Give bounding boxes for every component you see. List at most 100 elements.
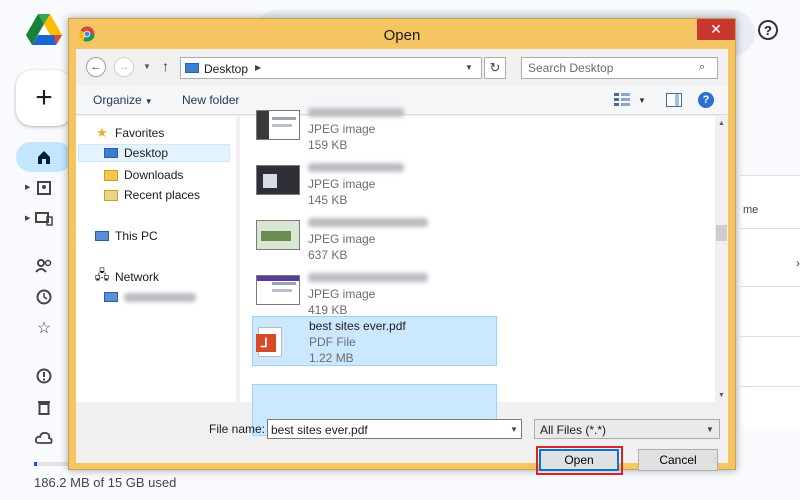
expand-caret[interactable]: ▶ [25, 214, 30, 222]
file-thumbnail [256, 165, 300, 195]
tree-item-this-pc[interactable]: This PC [94, 227, 158, 245]
breadcrumb-desktop[interactable]: Desktop [204, 62, 248, 76]
file-type: JPEG image [308, 232, 376, 246]
search-box[interactable]: ⌕ [521, 57, 718, 79]
resize-grip[interactable]: ⋰ [712, 455, 724, 463]
file-thumbnail [256, 220, 300, 250]
organize-button[interactable]: Organize ▼ [93, 93, 153, 107]
tree-item-network[interactable]: 🖧 Network [94, 267, 160, 286]
search-icon[interactable]: ⌕ [699, 61, 705, 74]
new-folder-button[interactable]: New folder [182, 93, 239, 107]
chevron-down-icon: ▼ [706, 425, 714, 434]
tree-item-favorites[interactable]: ★ Favorites [94, 124, 164, 142]
refresh-button[interactable]: ↻ [484, 57, 506, 79]
help-icon[interactable]: ? [698, 92, 714, 108]
redacted-file-name [308, 163, 404, 172]
recent-locations-caret[interactable]: ▼ [143, 62, 151, 71]
plus-icon: + [35, 81, 53, 114]
close-icon: ✕ [710, 21, 722, 37]
help-icon[interactable]: ? [758, 20, 778, 40]
organize-label: Organize [93, 93, 142, 107]
file-thumbnail [256, 110, 300, 140]
clock-icon[interactable] [34, 287, 54, 307]
file-type-select[interactable]: All Files (*.*) ▼ [534, 419, 720, 439]
close-button[interactable]: ✕ [697, 19, 735, 40]
dialog-title-bar[interactable]: Open ✕ [69, 19, 735, 49]
search-input[interactable] [522, 58, 694, 78]
cloud-icon[interactable] [34, 428, 54, 448]
forward-button[interactable]: → [114, 57, 134, 77]
open-button[interactable]: Open [539, 449, 619, 471]
star-icon[interactable]: ☆ [34, 318, 54, 338]
chevron-down-icon[interactable]: ▼ [510, 425, 518, 434]
expand-caret[interactable]: ▶ [25, 183, 30, 191]
tree-item-label: Network [115, 270, 160, 284]
divider [740, 336, 800, 337]
file-item[interactable]: JPEG image 159 KB [252, 104, 497, 156]
navigation-pane: ★ Favorites Desktop Downloads Recent pla… [76, 116, 236, 402]
drive-logo[interactable] [26, 14, 62, 46]
shared-drive-icon[interactable] [34, 178, 54, 198]
file-size: 419 KB [308, 303, 348, 317]
file-type: JPEG image [308, 287, 376, 301]
trash-icon[interactable] [34, 397, 54, 417]
scroll-up-icon[interactable]: ▲ [715, 116, 728, 130]
computer-icon[interactable] [34, 209, 54, 229]
address-bar[interactable]: Desktop ▶ ▼ [180, 57, 482, 79]
file-name: best sites ever.pdf [309, 319, 406, 333]
file-item[interactable]: JPEG image 145 KB [252, 159, 497, 211]
file-type: JPEG image [308, 177, 376, 191]
back-icon: ← [90, 61, 102, 73]
file-size: 159 KB [308, 138, 348, 152]
tree-item-label: Favorites [115, 126, 165, 140]
file-name-value: best sites ever.pdf [271, 423, 368, 437]
spam-icon[interactable] [34, 366, 54, 386]
tree-item-downloads[interactable]: Downloads [103, 166, 183, 184]
tree-item-network-computer[interactable] [103, 288, 196, 306]
tree-item-label: Desktop [124, 146, 169, 160]
computer-icon [104, 292, 118, 302]
file-size: 1.22 MB [309, 351, 354, 365]
cancel-button[interactable]: Cancel [638, 449, 718, 471]
breadcrumb-separator[interactable]: ▶ [255, 63, 261, 72]
desktop-folder-icon [104, 148, 118, 158]
divider [740, 386, 800, 387]
owner-text: me [743, 204, 759, 216]
new-button[interactable]: + [16, 70, 72, 126]
up-icon[interactable]: ↑ [162, 58, 169, 74]
people-icon[interactable] [34, 256, 54, 276]
file-item[interactable]: JPEG image 637 KB [252, 214, 497, 266]
scroll-down-icon[interactable]: ▼ [715, 388, 728, 402]
tree-item-label: Recent places [124, 188, 201, 202]
open-file-dialog: Open ✕ ← → ▼ ↑ Desktop ▶ ▼ ↻ ⌕ Organize▼… [68, 18, 736, 475]
preview-pane-icon[interactable] [666, 93, 682, 107]
redacted-computer-name [124, 292, 196, 302]
selected-file-item[interactable]: ⅃ best sites ever.pdf PDF File 1.22 MB [252, 316, 497, 366]
file-type-value: All Files (*.*) [540, 423, 607, 437]
scroll-thumb[interactable] [716, 225, 727, 241]
chevron-down-icon: ▼ [144, 97, 153, 106]
storage-text: 186.2 MB of 15 GB used [34, 475, 177, 490]
divider [740, 228, 800, 229]
chevron-down-icon[interactable]: ▼ [465, 63, 473, 72]
tree-item-desktop[interactable]: Desktop [78, 144, 230, 162]
file-list-background: me › [740, 175, 800, 430]
home-icon[interactable] [34, 147, 54, 167]
refresh-icon: ↻ [489, 60, 501, 75]
dialog-body: ← → ▼ ↑ Desktop ▶ ▼ ↻ ⌕ Organize▼ New fo… [76, 49, 728, 475]
file-name-input[interactable]: best sites ever.pdf ▼ [267, 419, 522, 439]
forward-icon: → [118, 61, 130, 73]
divider [740, 286, 800, 287]
chevron-down-icon[interactable]: ▼ [638, 96, 646, 105]
tree-item-recent-places[interactable]: Recent places [103, 186, 200, 204]
tree-item-label: This PC [115, 229, 158, 243]
downloads-folder-icon [104, 169, 118, 181]
view-options-icon[interactable] [614, 93, 630, 106]
file-thumbnail [256, 275, 300, 305]
scroll-arrow-icon[interactable]: › [796, 256, 800, 270]
file-type: JPEG image [308, 122, 376, 136]
file-list-scrollbar[interactable]: ▲ ▼ [715, 116, 728, 402]
back-button[interactable]: ← [86, 57, 106, 77]
file-item[interactable]: JPEG image 419 KB [252, 269, 497, 321]
file-type: PDF File [309, 335, 356, 349]
